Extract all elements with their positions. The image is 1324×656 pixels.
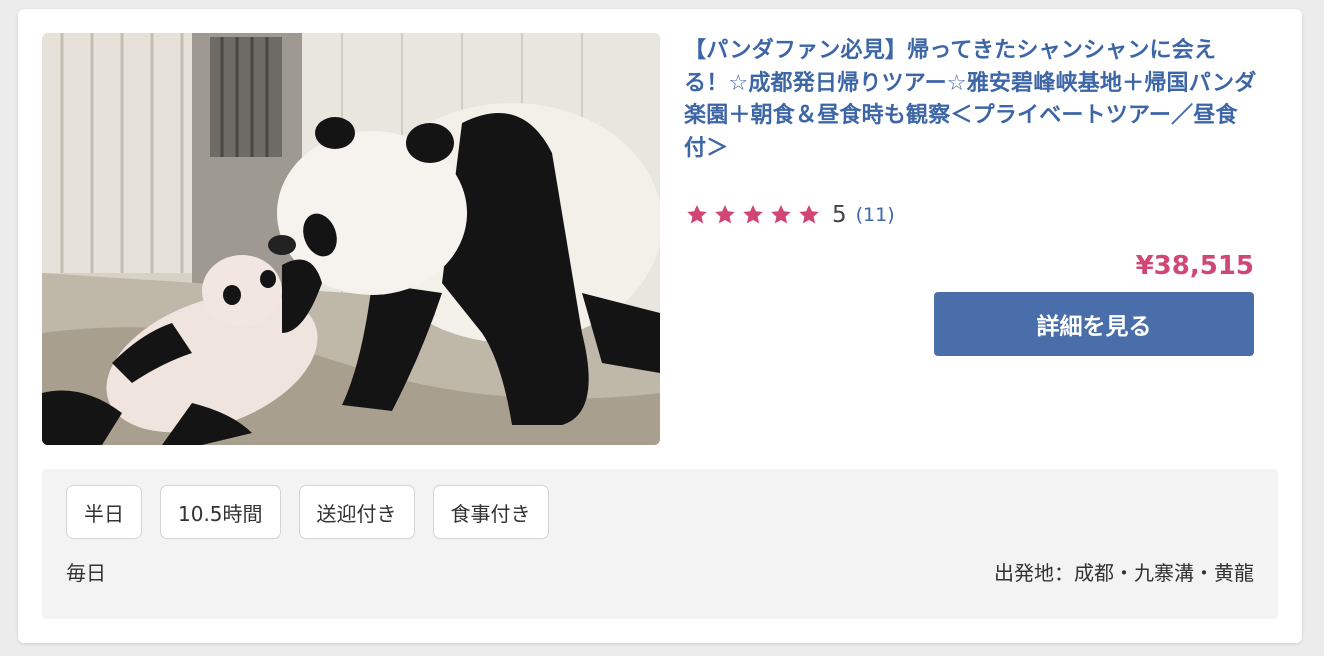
star-icon <box>743 205 763 224</box>
star-icon <box>687 205 707 224</box>
tour-card: 【パンダファン必見】帰ってきたシャンシャンに会える！☆成都発日帰りツアー☆雅安碧… <box>18 9 1302 643</box>
tour-photo[interactable] <box>42 33 660 445</box>
view-details-button[interactable]: 詳細を見る <box>934 292 1254 356</box>
tag-list: 半日 10.5時間 送迎付き 食事付き <box>66 485 549 539</box>
tag-pickup: 送迎付き <box>298 485 415 539</box>
star-icon <box>771 205 791 224</box>
departure-location: 出発地：成都・九寨溝・黄龍 <box>994 561 1254 585</box>
star-icon <box>715 205 735 224</box>
tag-duration-type: 半日 <box>66 485 142 539</box>
rating-stars <box>684 203 822 227</box>
tour-title[interactable]: 【パンダファン必見】帰ってきたシャンシャンに会える！☆成都発日帰りツアー☆雅安碧… <box>684 35 1258 165</box>
rating-value: 5 <box>832 202 847 228</box>
price: ¥38,515 <box>1135 251 1254 281</box>
tag-meals: 食事付き <box>432 485 549 539</box>
panda-photo-image <box>42 33 660 445</box>
rating-row: 5 (11) <box>684 202 895 228</box>
review-count-link[interactable]: (11) <box>856 202 895 228</box>
tour-info-panel: 半日 10.5時間 送迎付き 食事付き 毎日 出発地：成都・九寨溝・黄龍 <box>42 469 1278 619</box>
star-icon <box>799 205 819 224</box>
tag-duration-hours: 10.5時間 <box>160 485 281 539</box>
schedule-frequency: 毎日 <box>66 561 106 585</box>
